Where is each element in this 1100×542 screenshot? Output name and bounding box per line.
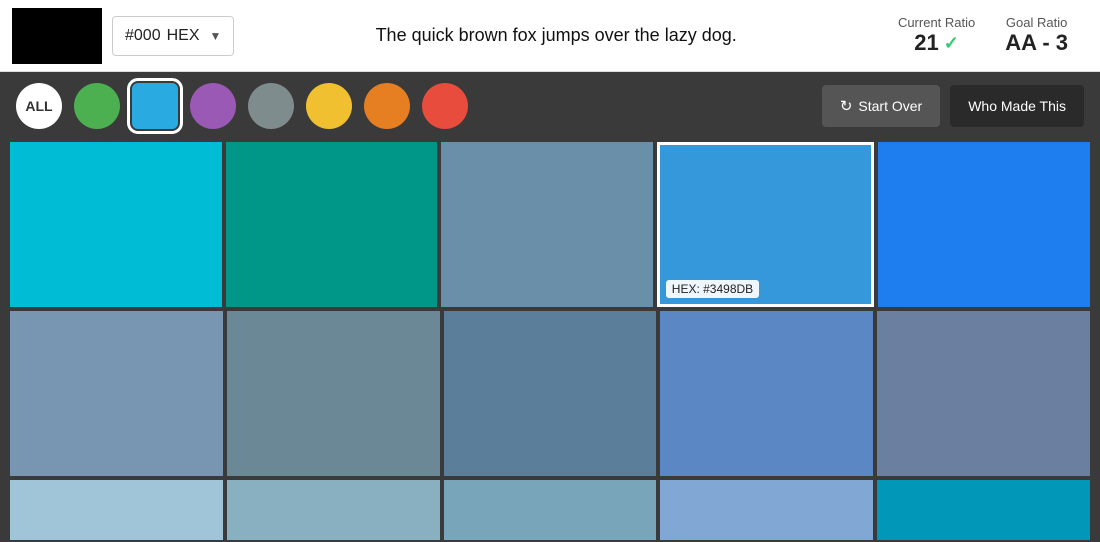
filter-orange[interactable]	[364, 83, 410, 129]
filter-green[interactable]	[74, 83, 120, 129]
current-ratio-block: Current Ratio 21 ✓	[898, 15, 975, 56]
check-icon: ✓	[944, 33, 959, 54]
filter-gray[interactable]	[248, 83, 294, 129]
ratio-section: Current Ratio 21 ✓ Goal Ratio AA - 3	[878, 15, 1088, 56]
goal-ratio-block: Goal Ratio AA - 3	[1005, 15, 1068, 56]
color-cell[interactable]	[660, 480, 873, 540]
grid-row-2	[8, 309, 1092, 478]
color-cell[interactable]	[227, 311, 440, 476]
grid-row-1: HEX: #3498DB	[8, 140, 1092, 309]
color-cell-selected[interactable]: HEX: #3498DB	[657, 142, 875, 307]
hex-display[interactable]: #000 HEX ▼	[112, 16, 234, 56]
color-cell[interactable]	[878, 142, 1090, 307]
filter-all-button[interactable]: ALL	[16, 83, 62, 129]
who-made-button[interactable]: Who Made This	[950, 85, 1084, 127]
color-cell[interactable]	[441, 142, 653, 307]
filter-bar-right: ↻ Start Over Who Made This	[822, 85, 1084, 127]
filter-blue[interactable]	[132, 83, 178, 129]
color-cell[interactable]	[660, 311, 873, 476]
goal-ratio-value: AA - 3	[1005, 30, 1068, 56]
start-over-button[interactable]: ↻ Start Over	[822, 85, 940, 127]
color-cell[interactable]	[10, 142, 222, 307]
color-cell[interactable]	[444, 311, 657, 476]
color-cell[interactable]	[444, 480, 657, 540]
hex-label: HEX: #3498DB	[666, 280, 759, 298]
goal-ratio-label: Goal Ratio	[1006, 15, 1067, 30]
color-cell[interactable]	[10, 311, 223, 476]
logo	[12, 8, 102, 64]
color-grid: HEX: #3498DB	[0, 140, 1100, 542]
hex-format: HEX	[167, 27, 200, 45]
refresh-icon: ↻	[840, 97, 853, 115]
chevron-down-icon[interactable]: ▼	[210, 29, 222, 43]
filter-red[interactable]	[422, 83, 468, 129]
filter-purple[interactable]	[190, 83, 236, 129]
color-cell[interactable]	[227, 480, 440, 540]
current-ratio-label: Current Ratio	[898, 15, 975, 30]
top-bar: #000 HEX ▼ The quick brown fox jumps ove…	[0, 0, 1100, 72]
color-cell[interactable]	[877, 480, 1090, 540]
filter-yellow[interactable]	[306, 83, 352, 129]
grid-row-3	[8, 478, 1092, 542]
color-cell[interactable]	[877, 311, 1090, 476]
filter-bar: ALL ↻ Start Over Who Made This	[0, 72, 1100, 140]
color-cell[interactable]	[10, 480, 223, 540]
color-cell[interactable]	[226, 142, 438, 307]
hex-value: #000	[125, 27, 161, 45]
current-ratio-value: 21 ✓	[914, 30, 959, 56]
preview-text: The quick brown fox jumps over the lazy …	[244, 25, 868, 46]
